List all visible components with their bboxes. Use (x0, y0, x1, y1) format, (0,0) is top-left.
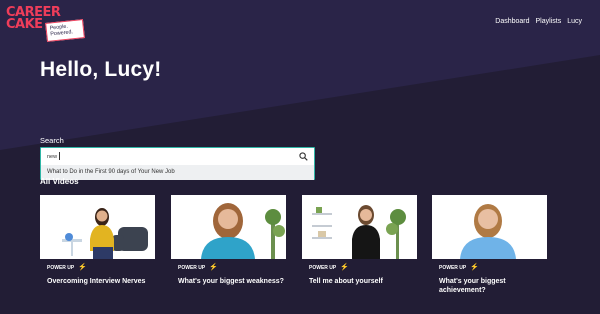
video-title[interactable]: What's your biggest weakness? (178, 277, 288, 286)
video-thumbnail[interactable] (302, 195, 417, 259)
logo-tagline-badge: People. Powered. (45, 19, 85, 42)
lightning-bolt-icon: ⚡ (78, 264, 87, 271)
search-box: What to Do in the First 90 days of Your … (40, 147, 316, 180)
power-up-tag: POWER UP ⚡ (309, 264, 349, 271)
power-up-tag: POWER UP ⚡ (47, 264, 87, 271)
text-caret (59, 152, 60, 160)
search-suggestion-item[interactable]: What to Do in the First 90 days of Your … (41, 165, 314, 180)
video-title[interactable]: Overcoming Interview Nerves (47, 277, 157, 286)
video-thumbnail[interactable] (432, 195, 547, 259)
power-up-tag: POWER UP ⚡ (439, 264, 479, 271)
lightning-bolt-icon: ⚡ (470, 264, 479, 271)
lightning-bolt-icon: ⚡ (340, 264, 349, 271)
video-title[interactable]: What's your biggest achievement? (439, 277, 549, 295)
nav-dashboard[interactable]: Dashboard (495, 18, 529, 25)
power-up-tag: POWER UP ⚡ (178, 264, 218, 271)
careercake-logo[interactable]: CAREER CAKE People. Powered. (6, 6, 85, 42)
video-thumbnail[interactable] (171, 195, 286, 259)
all-videos-heading: All Videos (40, 177, 79, 186)
search-icon[interactable] (299, 152, 308, 161)
video-thumbnail[interactable] (40, 195, 155, 259)
search-label: Search (40, 136, 64, 145)
lightning-bolt-icon: ⚡ (209, 264, 218, 271)
nav-playlists[interactable]: Playlists (536, 18, 562, 25)
search-input[interactable] (41, 148, 316, 165)
nav-user-lucy[interactable]: Lucy (567, 18, 582, 25)
video-title[interactable]: Tell me about yourself (309, 277, 419, 286)
top-nav: Dashboard Playlists Lucy (495, 18, 582, 25)
greeting-heading: Hello, Lucy! (40, 58, 162, 81)
